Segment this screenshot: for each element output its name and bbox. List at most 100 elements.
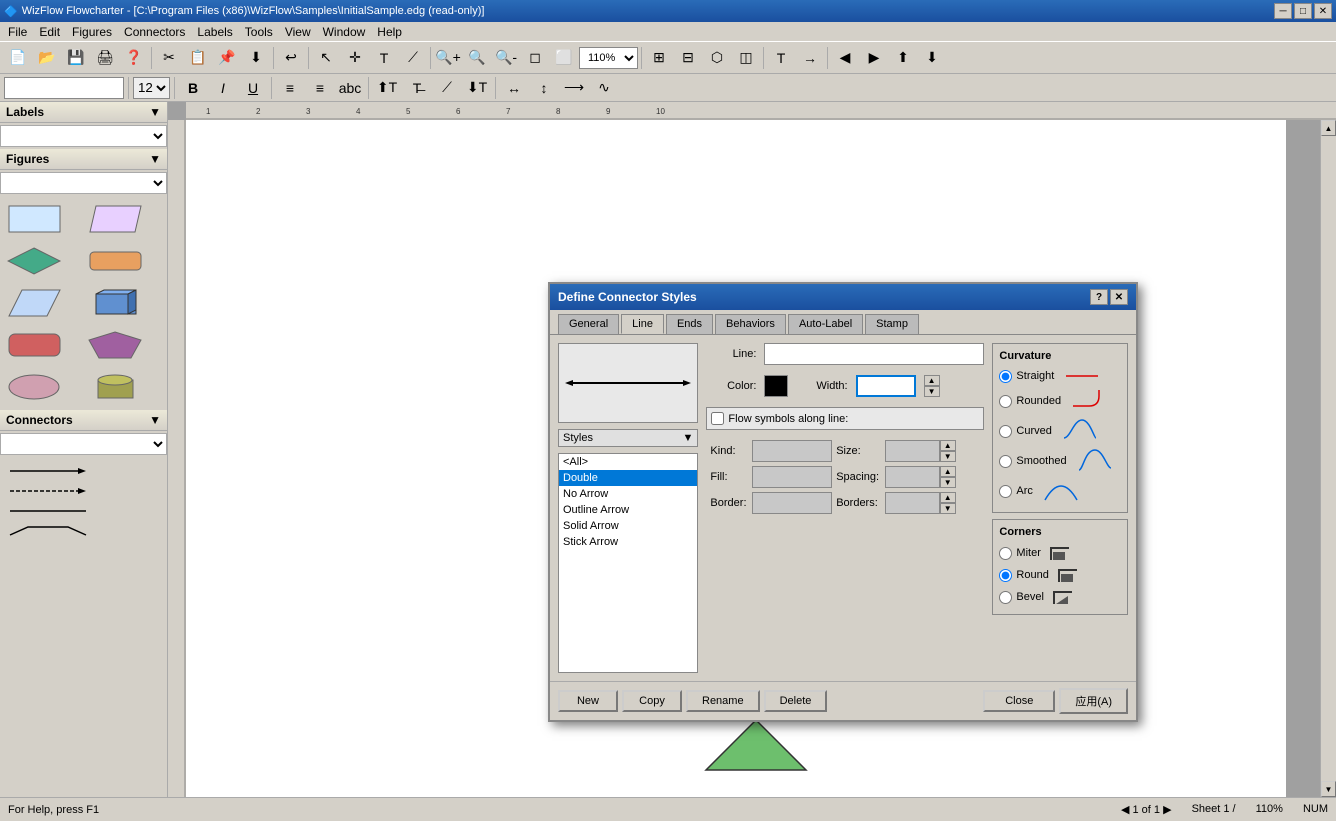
new-button[interactable]: New: [558, 690, 618, 712]
figure-cylinder[interactable]: [86, 368, 146, 406]
figure-3d-box[interactable]: [86, 284, 146, 322]
move-button[interactable]: ✛: [341, 45, 369, 71]
align-left-button[interactable]: ≡: [276, 75, 304, 101]
page-prev-button[interactable]: ◀: [1121, 804, 1129, 816]
minimize-button[interactable]: ─: [1274, 3, 1292, 19]
connector-button[interactable]: ⟋: [399, 45, 427, 71]
size-down-button[interactable]: ▼: [940, 451, 956, 462]
connector-dashed-arrow[interactable]: [4, 481, 163, 501]
style-no-arrow[interactable]: No Arrow: [559, 486, 697, 502]
print-button[interactable]: 🖨: [91, 45, 119, 71]
borders-spinner[interactable]: ▲ ▼: [940, 492, 956, 514]
delete-button[interactable]: Delete: [764, 690, 828, 712]
connector-straight-arrow[interactable]: [4, 461, 163, 481]
figure-rounded-rect[interactable]: [86, 242, 146, 280]
align-center-button[interactable]: ≡: [306, 75, 334, 101]
line-input[interactable]: [764, 343, 984, 365]
style-all[interactable]: <All>: [559, 454, 697, 470]
menu-edit[interactable]: Edit: [33, 23, 66, 41]
paste-button[interactable]: 📌: [213, 45, 241, 71]
menu-window[interactable]: Window: [317, 23, 372, 41]
menu-connectors[interactable]: Connectors: [118, 23, 191, 41]
curvature-rounded-radio[interactable]: [999, 395, 1012, 408]
border-input[interactable]: [752, 492, 832, 514]
width-input[interactable]: 3/4 pt: [856, 375, 916, 397]
connector-angled[interactable]: [4, 521, 163, 541]
dialog-close-button[interactable]: ✕: [1110, 289, 1128, 305]
figure-parallelogram[interactable]: [86, 200, 146, 238]
borders-input[interactable]: 1/2 pt: [885, 492, 940, 514]
figure-parallelogram2[interactable]: [4, 284, 64, 322]
color-picker[interactable]: [764, 375, 788, 397]
style-selector[interactable]: [4, 77, 124, 99]
figure-ellipse[interactable]: [4, 368, 64, 406]
text-slant-button[interactable]: ⟋: [433, 75, 461, 101]
spacing2-button[interactable]: ↕: [530, 75, 558, 101]
borders-down-button[interactable]: ▼: [940, 503, 956, 514]
tab-line[interactable]: Line: [621, 314, 664, 334]
page-next-button[interactable]: ▶: [1163, 804, 1171, 816]
cut-button[interactable]: ✂: [155, 45, 183, 71]
underline-button[interactable]: U: [239, 75, 267, 101]
new-file-button[interactable]: 📄: [4, 45, 32, 71]
zoom-selector[interactable]: 110% 100% 75% 50%: [579, 47, 638, 69]
menu-file[interactable]: File: [2, 23, 33, 41]
arrow-button[interactable]: →: [796, 45, 824, 71]
dialog-help-button[interactable]: ?: [1090, 289, 1108, 305]
zoom-out-button[interactable]: 🔍-: [492, 45, 520, 71]
text-below-button[interactable]: ⬇T: [463, 75, 491, 101]
menu-labels[interactable]: Labels: [191, 23, 238, 41]
labels-dropdown[interactable]: [0, 125, 167, 147]
flow-symbols-checkbox[interactable]: [711, 412, 724, 425]
undo-button[interactable]: ↩: [277, 45, 305, 71]
bold-button[interactable]: B: [179, 75, 207, 101]
corners-bevel-radio[interactable]: [999, 591, 1012, 604]
zoom-full-button[interactable]: ◻: [521, 45, 549, 71]
size-input[interactable]: 5 pt: [885, 440, 940, 462]
style-outline-arrow[interactable]: Outline Arrow: [559, 502, 697, 518]
menu-help[interactable]: Help: [371, 23, 408, 41]
tab-stamp[interactable]: Stamp: [865, 314, 919, 334]
style-solid-arrow[interactable]: Solid Arrow: [559, 518, 697, 534]
apply-button[interactable]: 应用(A): [1059, 688, 1128, 714]
text-strike-button[interactable]: T̶: [403, 75, 431, 101]
curvature-curved-radio[interactable]: [999, 425, 1012, 438]
select-button[interactable]: ↖: [312, 45, 340, 71]
borders-up-button[interactable]: ▲: [940, 492, 956, 503]
menu-tools[interactable]: Tools: [239, 23, 279, 41]
connect-button[interactable]: ◫: [732, 45, 760, 71]
curvature-straight-radio[interactable]: [999, 370, 1012, 383]
rename-button[interactable]: Rename: [686, 690, 760, 712]
figure-pentagon[interactable]: [86, 326, 146, 364]
corners-miter-radio[interactable]: [999, 547, 1012, 560]
fill-input[interactable]: [752, 466, 832, 488]
corners-round-radio[interactable]: [999, 569, 1012, 582]
restore-button[interactable]: □: [1294, 3, 1312, 19]
kind-input[interactable]: [752, 440, 832, 462]
help-button[interactable]: ❓: [120, 45, 148, 71]
paste-special-button[interactable]: ⬇: [242, 45, 270, 71]
dialog-title-controls[interactable]: ? ✕: [1090, 289, 1128, 305]
tab-auto-label[interactable]: Auto-Label: [788, 314, 863, 334]
connector-line-only[interactable]: [4, 501, 163, 521]
figure-rounded-rect2[interactable]: [4, 326, 64, 364]
italic-button[interactable]: I: [209, 75, 237, 101]
size-up-button[interactable]: ▲: [940, 440, 956, 451]
open-button[interactable]: 📂: [33, 45, 61, 71]
zoom-in2-button[interactable]: 🔍: [463, 45, 491, 71]
tab-general[interactable]: General: [558, 314, 619, 334]
tab-behaviors[interactable]: Behaviors: [715, 314, 786, 334]
styles-dropdown-header[interactable]: Styles ▼: [558, 429, 698, 447]
text-top-button[interactable]: ⬆T: [373, 75, 401, 101]
flow-button[interactable]: ⬡: [703, 45, 731, 71]
grid-button[interactable]: ⊞: [645, 45, 673, 71]
copy-button[interactable]: 📋: [184, 45, 212, 71]
text2-button[interactable]: T: [767, 45, 795, 71]
connectors-dropdown[interactable]: [0, 433, 167, 455]
close-window-button[interactable]: ✕: [1314, 3, 1332, 19]
spacing-spinner[interactable]: ▲ ▼: [940, 466, 956, 488]
shape2-button[interactable]: ▶: [860, 45, 888, 71]
width-spinner[interactable]: ▲ ▼: [924, 375, 940, 397]
wavy-button[interactable]: ∿: [590, 75, 618, 101]
curvature-smoothed-radio[interactable]: [999, 455, 1012, 468]
